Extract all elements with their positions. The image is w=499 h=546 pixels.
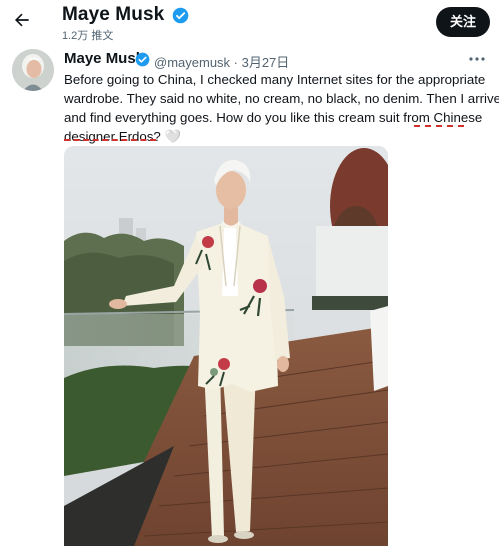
tweet-photo[interactable] <box>64 146 388 546</box>
avatar[interactable] <box>12 49 54 91</box>
profile-header: Maye Musk 1.2万 推文 关注 <box>0 0 499 44</box>
photo-illustration <box>64 146 388 546</box>
tweet-text-line: Before going to China, I checked many In… <box>64 72 486 87</box>
tweet-text-line: wardrobe. They said no white, no cream, … <box>64 91 499 106</box>
author-name[interactable]: Maye Musk <box>64 50 144 67</box>
avatar-portrait <box>12 49 54 91</box>
verified-badge-icon <box>172 7 189 24</box>
tweet-text: Before going to China, I checked many In… <box>64 70 499 146</box>
more-horizontal-icon[interactable] <box>468 53 486 65</box>
header-display-name: Maye Musk <box>62 4 165 25</box>
arrow-left-icon[interactable] <box>12 10 32 30</box>
author-handle-date[interactable]: @mayemusk · 3月27日 <box>154 52 289 71</box>
post-count: 1.2万 推文 <box>62 30 114 42</box>
annotation-underline <box>414 125 464 127</box>
tweet-text-line: designer Erdos? 🤍 <box>64 129 182 144</box>
annotation-underline <box>64 139 156 141</box>
follow-button[interactable]: 关注 <box>436 7 490 37</box>
verified-badge-icon <box>135 52 150 67</box>
